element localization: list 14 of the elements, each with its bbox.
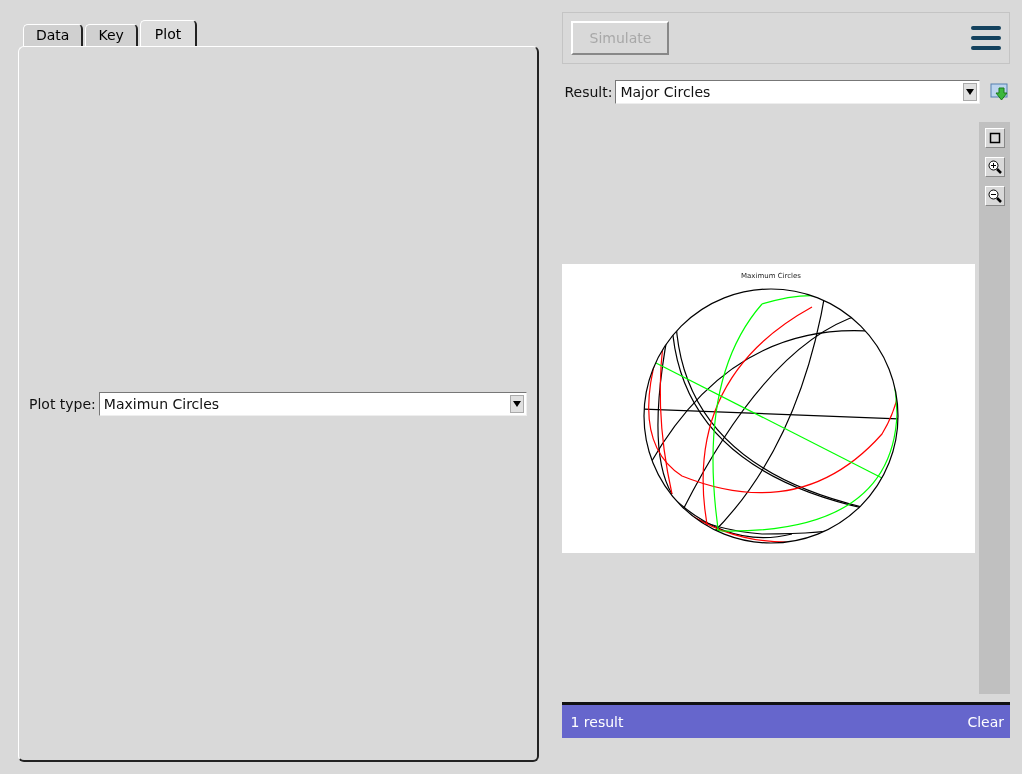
result-label: Result:: [564, 84, 613, 100]
plot-type-label: Plot type:: [29, 395, 96, 412]
fit-view-button[interactable]: [984, 128, 1005, 148]
result-dropdown[interactable]: Major Circles: [615, 80, 980, 104]
plot-type-dropdown[interactable]: Maximun Circles: [98, 391, 528, 416]
tab[interactable]: Data: [23, 24, 84, 46]
zoom-out-button[interactable]: [984, 186, 1005, 206]
tab[interactable]: Plot: [139, 20, 198, 46]
clear-link[interactable]: Clear: [967, 713, 1004, 730]
menu-icon[interactable]: [971, 25, 1001, 51]
result-count: 1 result: [570, 713, 624, 730]
tab[interactable]: Key: [85, 24, 138, 46]
download-icon[interactable]: [990, 82, 1010, 102]
zoom-in-button[interactable]: [984, 157, 1005, 177]
